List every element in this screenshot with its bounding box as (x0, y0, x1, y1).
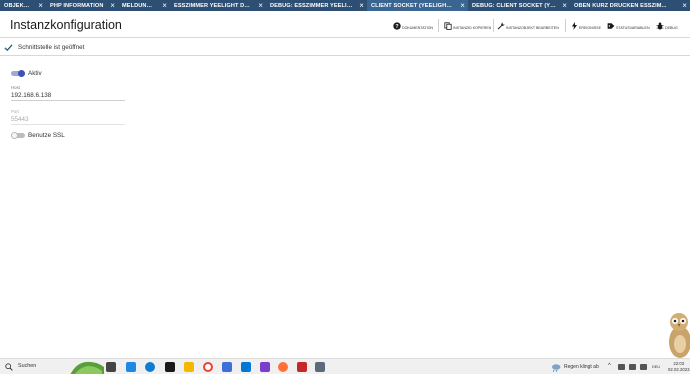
close-icon[interactable]: × (460, 1, 465, 10)
host-input[interactable]: 192.168.6.138 (11, 92, 51, 99)
tab-label: ESSZIMMER YEELIGHT DEVICE (174, 2, 252, 9)
status-variables-label: STATUSVARIABLEN (616, 25, 650, 30)
volume-icon[interactable] (629, 364, 636, 370)
status-text: Schnittstelle ist geöffnet (18, 43, 85, 51)
help-icon: ? (393, 22, 401, 30)
host-label: Host (11, 85, 20, 90)
bug-icon (656, 22, 664, 30)
toolbar-divider (493, 19, 494, 32)
tab-objektbaum[interactable]: OBJEKTBAUM × (0, 0, 46, 11)
wrench-icon (497, 22, 505, 30)
page-header: Instanzkonfiguration ? DOKUMENTATION INS… (0, 11, 690, 38)
toggle-knob (18, 70, 25, 77)
chrome-icon[interactable] (203, 362, 213, 372)
weather-text[interactable]: Regen klingt ab (564, 364, 599, 370)
status-variables-button[interactable]: STATUSVARIABLEN (607, 20, 650, 32)
debug-button[interactable]: DEBUG (656, 20, 678, 32)
search-highlight-icon (70, 361, 104, 374)
copy-instance-id-button[interactable]: INSTANZID KOPIEREN (444, 20, 491, 32)
windows-taskbar: Suchen Regen klingt ab ^ DEU 22:03 02.02… (0, 358, 690, 374)
battery-icon[interactable] (640, 364, 647, 370)
events-button[interactable]: EREIGNISSE (571, 20, 601, 32)
check-icon (4, 43, 13, 51)
tab-client-socket[interactable]: CLIENT SOCKET (YEELIGHTDEV... × (367, 0, 468, 11)
task-view-icon[interactable] (106, 362, 116, 372)
page-title: Instanzkonfiguration (10, 18, 122, 32)
tab-label: PHP INFORMATION (50, 2, 104, 9)
close-icon[interactable]: × (359, 1, 364, 10)
copy-instance-id-label: INSTANZID KOPIEREN (453, 25, 492, 30)
debug-label: DEBUG (665, 25, 678, 30)
aktiv-label: Aktiv (28, 70, 42, 77)
close-icon[interactable]: × (258, 1, 263, 10)
file-explorer-icon[interactable] (184, 362, 194, 372)
tab-label: CLIENT SOCKET (YEELIGHTDEV... (371, 2, 454, 9)
tray-overflow-icon[interactable]: ^ (608, 363, 611, 369)
close-icon[interactable]: × (162, 1, 167, 10)
close-icon[interactable]: × (110, 1, 115, 10)
ssl-toggle[interactable] (11, 132, 25, 139)
batman-app-icon[interactable] (165, 362, 175, 372)
clock[interactable]: 22:03 02.02.2023 (668, 361, 690, 373)
svg-text:?: ? (395, 24, 399, 30)
close-icon[interactable]: × (562, 1, 567, 10)
firefox-icon[interactable] (278, 362, 288, 372)
tab-esszimmer-yeelight-device[interactable]: ESSZIMMER YEELIGHT DEVICE × (170, 0, 266, 11)
edge-icon[interactable] (145, 362, 155, 372)
owl-mascot-image (669, 313, 690, 358)
edit-instance-object-label: INSTANZOBJEKT BEARBEITEN (506, 25, 559, 30)
tab-meldungen[interactable]: MELDUNGEN × (118, 0, 170, 11)
tab-label: DEBUG: ESSZIMMER YEELIGHT ... (270, 2, 353, 9)
tag-icon (607, 23, 615, 29)
events-label: EREIGNISSE (579, 25, 601, 30)
ssl-label: Benutze SSL (28, 132, 65, 139)
tab-label: MELDUNGEN (122, 2, 156, 9)
port-underline (11, 124, 125, 125)
app-icon[interactable] (260, 362, 270, 372)
port-label: Port (11, 109, 19, 114)
tab-label: OBEN KURZ DRÜCKEN ESSZIM... (574, 2, 667, 9)
tab-oben-kurz-druecken[interactable]: OBEN KURZ DRÜCKEN ESSZIM... × (570, 0, 690, 11)
network-icon[interactable] (618, 364, 625, 370)
close-icon[interactable]: × (682, 1, 687, 10)
copy-icon (444, 22, 452, 30)
lightning-icon (571, 22, 578, 30)
widgets-icon[interactable] (126, 362, 136, 372)
documentation-label: DOKUMENTATION (402, 25, 434, 30)
tab-label: OBJEKTBAUM (4, 2, 32, 9)
edit-instance-object-button[interactable]: INSTANZOBJEKT BEARBEITEN (497, 20, 559, 32)
toolbar-divider (438, 19, 439, 32)
language-indicator[interactable]: DEU (652, 365, 660, 369)
status-bar: Schnittstelle ist geöffnet (0, 39, 690, 56)
tab-debug-client-socket[interactable]: DEBUG: CLIENT SOCKET (YEELI... × (468, 0, 570, 11)
clock-date: 02.02.2023 (668, 367, 690, 372)
port-input[interactable]: 55443 (11, 116, 29, 123)
host-underline (11, 100, 125, 101)
documentation-button[interactable]: ? DOKUMENTATION (393, 20, 433, 32)
tab-label: DEBUG: CLIENT SOCKET (YEELI... (472, 2, 556, 9)
app-window: OBJEKTBAUM × PHP INFORMATION × MELDUNGEN… (0, 0, 690, 374)
search-icon[interactable] (5, 363, 13, 371)
close-icon[interactable]: × (38, 1, 43, 10)
app-icon[interactable] (315, 362, 325, 372)
mail-icon[interactable] (241, 362, 251, 372)
store-icon[interactable] (222, 362, 232, 372)
app-icon[interactable] (297, 362, 307, 372)
search-box[interactable]: Suchen (18, 363, 36, 369)
weather-icon[interactable] (551, 363, 561, 372)
aktiv-toggle[interactable] (11, 70, 25, 77)
tab-debug-esszimmer[interactable]: DEBUG: ESSZIMMER YEELIGHT ... × (266, 0, 367, 11)
tab-bar: OBJEKTBAUM × PHP INFORMATION × MELDUNGEN… (0, 0, 690, 11)
tab-php-information[interactable]: PHP INFORMATION × (46, 0, 118, 11)
toggle-knob (11, 132, 18, 139)
toolbar-divider (565, 19, 566, 32)
